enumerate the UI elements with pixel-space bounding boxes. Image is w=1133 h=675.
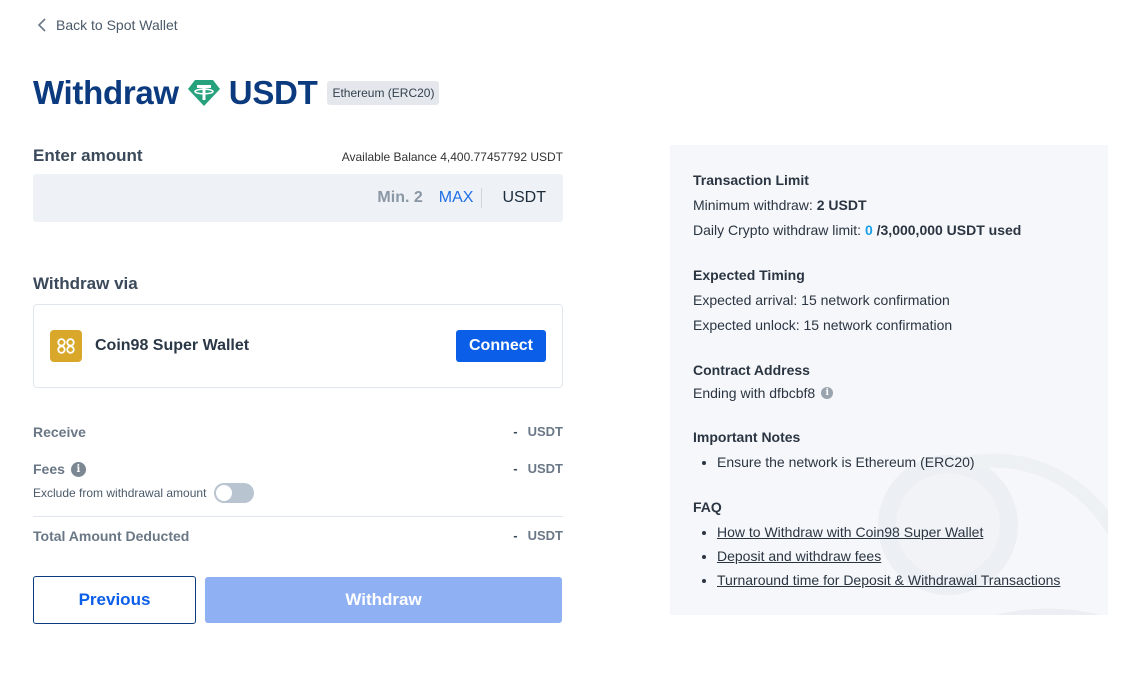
balance-value: 4,400.77457792 USDT [440,150,563,164]
minimum-withdraw-value: 2 USDT [816,197,867,213]
info-icon[interactable]: i [821,387,834,399]
minimum-withdraw-label: Minimum withdraw: [693,197,813,213]
faq-group: FAQ How to Withdraw with Coin98 Super Wa… [693,499,1093,596]
faq-link-fees[interactable]: Deposit and withdraw fees [717,548,881,564]
wallet-card: Coin98 Super Wallet Connect [33,304,563,388]
expected-timing-group: Expected Timing Expected arrival: 15 net… [693,267,1093,342]
coin98-logo-icon [50,330,82,362]
transaction-limit-title: Transaction Limit [693,172,809,188]
total-value: - USDT [513,528,563,543]
amount-unit: USDT [502,189,546,206]
expected-unlock: Expected unlock: 15 network confirmation [693,317,953,333]
contract-address-group: Contract Address Ending with dfbcbf8 i [693,362,1093,410]
page-title: Withdraw USDT Ethereum (ERC20) [33,74,440,112]
daily-limit-line: Daily Crypto withdraw limit: 0 /3,000,00… [693,222,1093,238]
total-row: Total Amount Deducted - USDT [33,528,563,544]
usdt-coin-icon [187,80,220,106]
faq-title: FAQ [693,499,722,515]
withdraw-via-section: Withdraw via Coin98 Super Wallet Connect [33,274,563,389]
fees-value: - USDT [513,461,563,476]
toggle-knob [216,485,233,501]
summary-divider [33,516,563,517]
receive-label: Receive [33,424,86,440]
previous-button[interactable]: Previous [33,576,196,624]
important-notes-group: Important Notes Ensure the network is Et… [693,429,1093,478]
back-label: Back to Spot Wallet [56,17,178,33]
note-item: Ensure the network is Ethereum (ERC20) [717,454,1093,470]
daily-used-value: 0 [864,222,873,238]
daily-total-value: /3,000,000 USDT used [876,222,1022,238]
title-coin: USDT [228,74,318,111]
connect-button[interactable]: Connect [456,330,546,362]
exclude-label: Exclude from withdrawal amount [33,486,207,500]
exclude-fees-option: Exclude from withdrawal amount [33,483,255,503]
notes-list: Ensure the network is Ethereum (ERC20) [693,454,1093,470]
balance-label: Available Balance [341,150,437,164]
divider [481,188,483,208]
contract-address-line: Ending with dfbcbf8 i [693,385,1093,401]
transaction-limit-group: Transaction Limit Minimum withdraw: 2 US… [693,172,1093,247]
faq-item: How to Withdraw with Coin98 Super Wallet [717,524,1093,540]
receive-value: - USDT [513,424,563,439]
contract-address-title: Contract Address [693,362,810,378]
minimum-withdraw-line: Minimum withdraw: 2 USDT [693,197,1093,213]
title-prefix: Withdraw [33,74,179,111]
info-panel: Transaction Limit Minimum withdraw: 2 US… [670,145,1108,615]
wallet-name: Coin98 Super Wallet [95,337,250,354]
info-icon[interactable]: i [70,461,86,477]
expected-timing-title: Expected Timing [693,267,805,283]
available-balance: Available Balance 4,400.77457792 USDT [342,150,563,164]
expected-arrival: Expected arrival: 15 network confirmatio… [693,292,950,308]
chevron-left-icon [37,18,46,32]
total-label: Total Amount Deducted [33,528,190,544]
fees-label-group: Fees i [33,461,563,477]
fees-row: Fees i - USDT [33,461,563,477]
faq-link-turnaround-time[interactable]: Turnaround time for Deposit & Withdrawal… [717,572,1060,588]
max-button[interactable]: MAX [439,189,474,207]
faq-list: How to Withdraw with Coin98 Super Wallet… [693,524,1093,588]
amount-section: Enter amount Available Balance 4,400.774… [33,146,563,226]
daily-limit-label: Daily Crypto withdraw limit: [693,222,862,238]
min-amount-hint: Min. 2 [377,189,423,206]
withdraw-via-label: Withdraw via [33,274,138,293]
contract-address-value: Ending with dfbcbf8 [693,385,816,401]
faq-item: Deposit and withdraw fees [717,548,1093,564]
important-notes-title: Important Notes [693,429,801,445]
network-badge: Ethereum (ERC20) [327,81,440,105]
receive-row: Receive - USDT [33,424,563,440]
fees-label: Fees [33,461,65,477]
faq-item: Turnaround time for Deposit & Withdrawal… [717,572,1093,588]
withdraw-button[interactable]: Withdraw [205,577,562,623]
amount-input[interactable]: Min. 2 MAX USDT [33,174,563,222]
exclude-fees-toggle[interactable] [214,483,255,503]
faq-link-how-to-withdraw[interactable]: How to Withdraw with Coin98 Super Wallet [717,524,983,540]
back-to-spot-wallet-link[interactable]: Back to Spot Wallet [36,17,178,33]
